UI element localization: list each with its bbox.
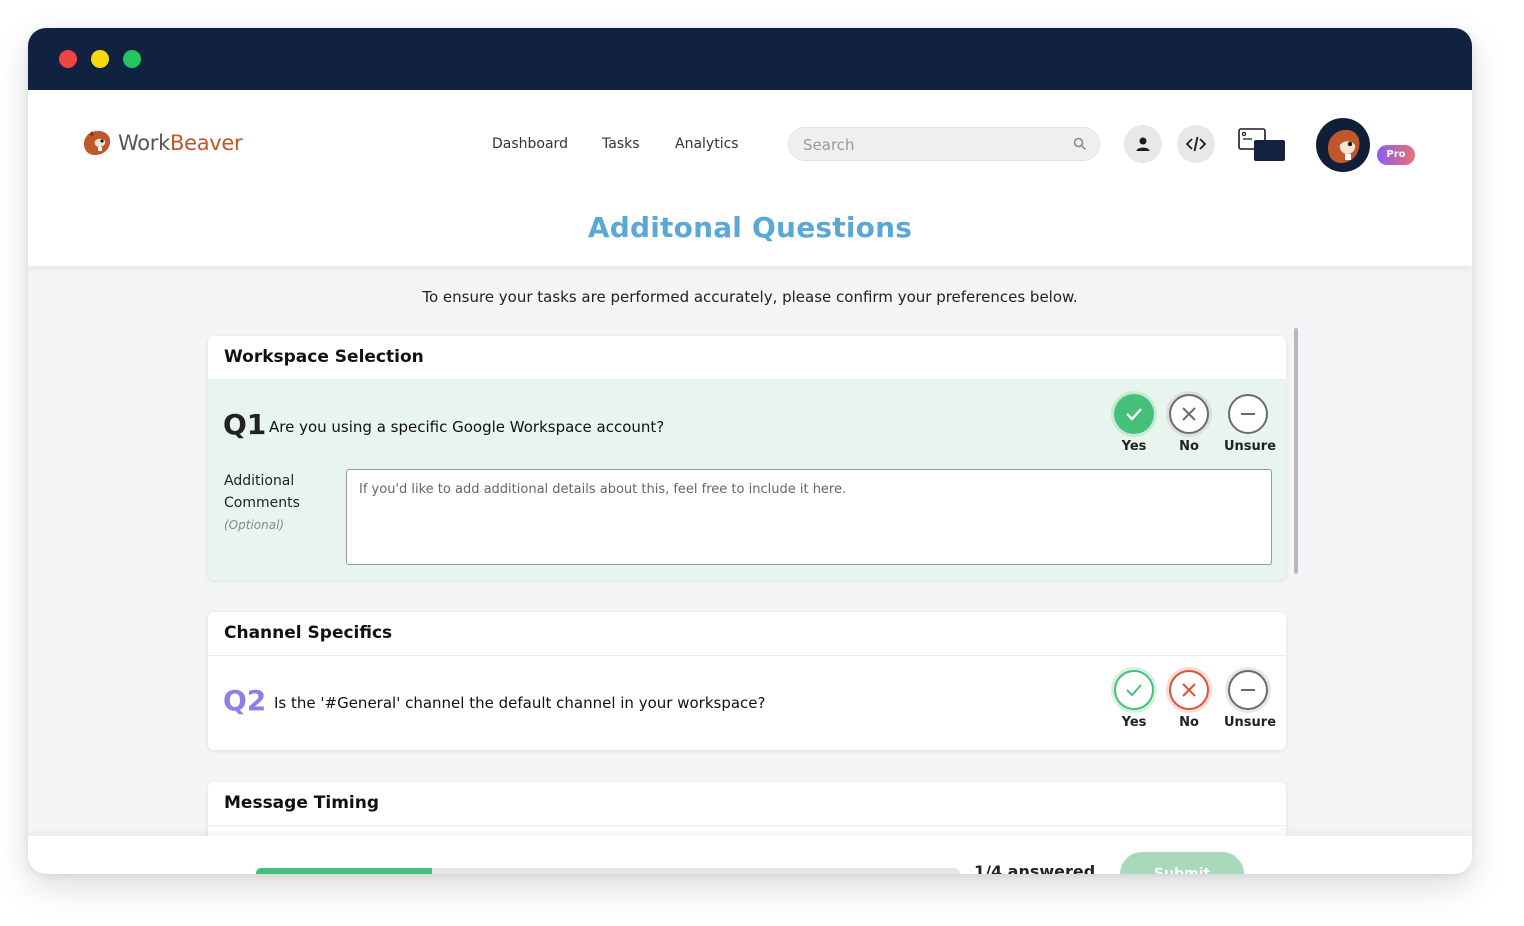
section-message-timing: Message Timing [208, 782, 1286, 836]
question-number: Q2 [223, 684, 267, 717]
check-icon [1114, 670, 1154, 710]
answered-count: 1/4 answered [974, 862, 1096, 874]
pro-badge: Pro [1377, 145, 1415, 165]
app-header: WorkBeaver Dashboard Tasks Analytics Sea… [28, 90, 1472, 266]
beaver-avatar-icon [1328, 129, 1360, 163]
comments-label: Additional Comments (Optional) [224, 470, 300, 536]
avatar[interactable] [1316, 118, 1370, 172]
app-window: WorkBeaver Dashboard Tasks Analytics Sea… [28, 28, 1472, 874]
search-input[interactable] [801, 134, 1065, 156]
nav-analytics[interactable]: Analytics [675, 136, 739, 152]
progress-bar [256, 868, 960, 874]
minus-icon [1228, 670, 1268, 710]
q1-yes-option[interactable]: Yes [1110, 394, 1158, 454]
user-icon [1136, 137, 1150, 151]
questions-content: To ensure your tasks are performed accur… [28, 266, 1472, 836]
window-titlebar [28, 28, 1472, 90]
x-icon [1169, 394, 1209, 434]
minus-icon [1228, 394, 1268, 434]
window-maximize-button[interactable] [123, 50, 141, 68]
additional-comments-field[interactable] [346, 469, 1272, 565]
q1-unsure-option[interactable]: Unsure [1224, 394, 1277, 454]
submit-label: Submit [1153, 866, 1211, 874]
window-minimize-button[interactable] [91, 50, 109, 68]
check-icon [1114, 394, 1154, 434]
option-label: Unsure [1224, 439, 1277, 454]
section-title: Workspace Selection [208, 336, 1286, 380]
profile-button[interactable] [1124, 125, 1162, 163]
progress-fill [256, 868, 432, 874]
question-q2: Q2 Is the '#General' channel the default… [208, 656, 1286, 750]
option-label: No [1179, 715, 1199, 730]
option-label: Unsure [1224, 715, 1277, 730]
page-title: Additonal Questions [587, 211, 913, 244]
code-icon [1185, 136, 1207, 152]
section-workspace-selection: Workspace Selection Q1 Are you using a s… [208, 336, 1286, 580]
optional-note: (Optional) [224, 518, 285, 532]
brand-name: WorkBeaver [118, 131, 243, 155]
window-close-button[interactable] [59, 50, 77, 68]
x-icon [1169, 670, 1209, 710]
section-title: Message Timing [208, 782, 1286, 826]
scrollbar[interactable] [1294, 328, 1298, 574]
search-icon[interactable] [1073, 137, 1087, 151]
q1-no-option[interactable]: No [1165, 394, 1213, 454]
beaver-logo-icon [84, 130, 111, 155]
search-box [788, 127, 1100, 161]
question-text: Is the '#General' channel the default ch… [274, 694, 766, 712]
section-title: Channel Specifics [208, 612, 1286, 656]
option-label: Yes [1121, 715, 1147, 730]
q2-unsure-option[interactable]: Unsure [1224, 670, 1277, 730]
screens-icon[interactable] [1238, 128, 1286, 162]
intro-text: To ensure your tasks are performed accur… [422, 288, 1078, 306]
submit-button[interactable]: Submit [1120, 852, 1244, 874]
option-label: Yes [1121, 439, 1147, 454]
option-label: No [1179, 439, 1199, 454]
nav-dashboard[interactable]: Dashboard [492, 136, 568, 152]
progress-footer: 1/4 answered Submit [28, 836, 1472, 874]
question-q1: Q1 Are you using a specific Google Works… [208, 380, 1286, 580]
developer-button[interactable] [1177, 125, 1215, 163]
q2-no-option[interactable]: No [1165, 670, 1213, 730]
question-text: Are you using a specific Google Workspac… [269, 418, 665, 436]
question-number: Q1 [223, 408, 267, 441]
section-channel-specifics: Channel Specifics Q2 Is the '#General' c… [208, 612, 1286, 750]
nav-tasks[interactable]: Tasks [602, 136, 640, 152]
brand-logo[interactable]: WorkBeaver [80, 128, 243, 158]
q2-yes-option[interactable]: Yes [1110, 670, 1158, 730]
